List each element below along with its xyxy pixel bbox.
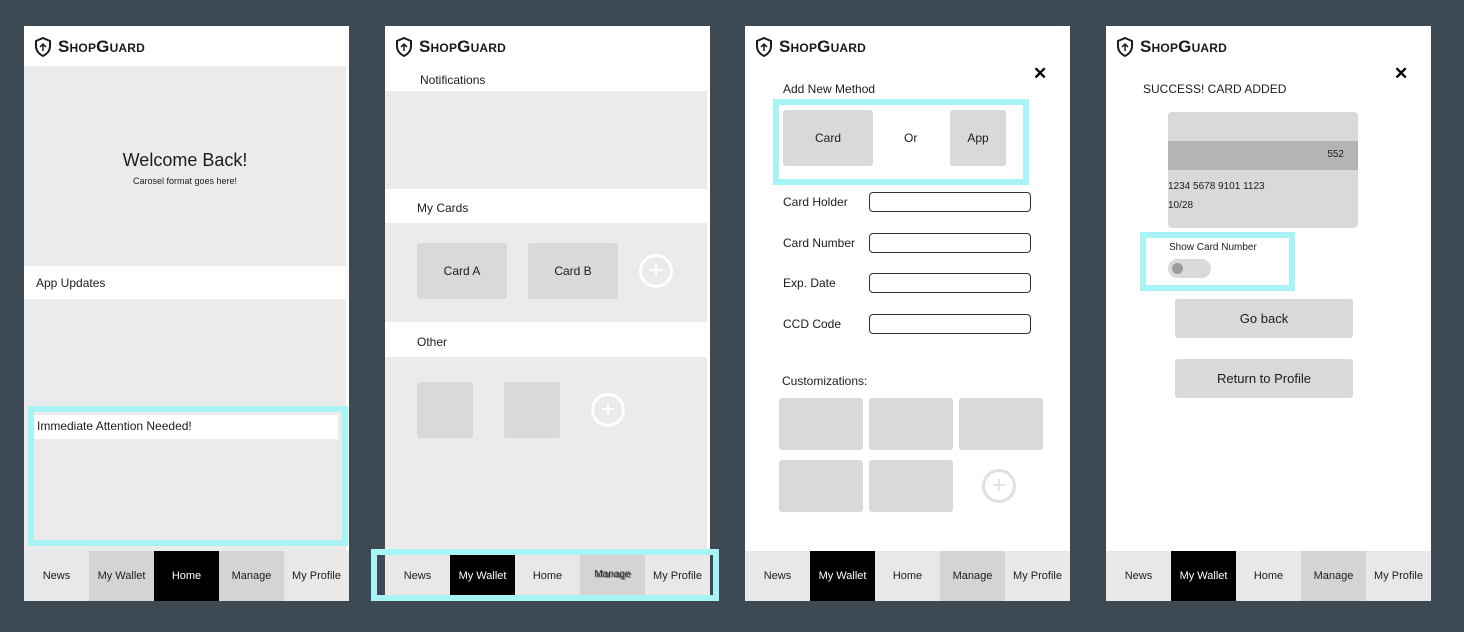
card-number-field[interactable] [869,233,1031,253]
card-exp-text: 10/28 [1168,200,1194,211]
card-holder-label: Card Holder [783,195,848,209]
card-b[interactable]: Card B [528,243,618,299]
nav-news[interactable]: News [1106,551,1171,601]
show-number-highlight [1140,232,1295,291]
nav-wallet[interactable]: My Wallet [810,551,875,601]
or-label: Or [904,131,918,145]
nav-manage[interactable]: Manage [219,551,284,601]
shield-logo-icon [35,37,51,57]
brand-name: ShopGuard [1140,37,1228,56]
close-icon[interactable]: ✕ [1394,64,1408,84]
attention-label: Immediate Attention Needed! [37,419,192,433]
customization-option[interactable] [779,398,863,450]
close-icon[interactable]: ✕ [1033,64,1047,84]
add-other-icon[interactable]: + [591,393,625,427]
logo: ShopGuard [34,35,145,59]
bottom-nav: News My Wallet Home Manage My Profile [24,551,349,601]
welcome-carousel[interactable]: Welcome Back! Carosel format goes here! [24,66,346,266]
bottom-nav: News My Wallet Home Manage My Profile [745,551,1070,601]
add-method-title: Add New Method [783,82,876,96]
card-last-digits: 552 [1327,149,1344,160]
other-item[interactable] [504,382,560,438]
app-updates-label: App Updates [36,276,106,290]
other-panel: + [385,357,707,551]
show-number-label: Show Card Number [1169,242,1257,253]
nav-profile[interactable]: My Profile [284,551,349,601]
brand-name: ShopGuard [58,37,146,56]
nav-news[interactable]: News [24,551,89,601]
attention-header: Immediate Attention Needed! [34,415,338,439]
app-option-button[interactable]: App [950,110,1006,166]
bottom-nav: News My Wallet Home Manage My Profile [1106,551,1431,601]
my-cards-panel: Card A Card B + [385,223,707,322]
add-customization-icon[interactable]: + [982,469,1016,503]
nav-home[interactable]: Home [1236,551,1301,601]
add-card-icon[interactable]: + [639,254,673,288]
added-card: 552 [1168,112,1358,228]
notifications-label: Notifications [420,73,486,87]
welcome-subtitle: Carosel format goes here! [132,176,238,186]
ccd-code-label: CCD Code [783,317,842,331]
add-method-screen: ShopGuard ✕ Add New Method Card Or App C… [745,26,1070,601]
card-stripe: 552 [1168,141,1358,170]
success-title: SUCCESS! CARD ADDED [1143,82,1287,96]
nav-highlight [371,549,719,601]
logo: ShopGuard [1116,35,1227,59]
wallet-screen: ShopGuard Notifications My Cards Card A … [385,26,710,601]
nav-profile[interactable]: My Profile [1005,551,1070,601]
customization-option[interactable] [869,460,953,512]
customization-option[interactable] [779,460,863,512]
nav-profile[interactable]: My Profile [1366,551,1431,601]
home-screen: ShopGuard Welcome Back! Carosel format g… [24,26,349,601]
card-number-text: 1234 5678 9101 1123 [1168,181,1265,192]
shield-logo-icon [1117,37,1133,57]
nav-home[interactable]: Home [875,551,940,601]
card-option-button[interactable]: Card [783,110,873,166]
nav-manage[interactable]: Manage [940,551,1005,601]
show-number-toggle[interactable] [1168,259,1211,278]
toggle-knob [1172,263,1183,274]
shield-logo-icon [396,37,412,57]
welcome-title: Welcome Back! [122,150,248,170]
other-item[interactable] [417,382,473,438]
exp-date-label: Exp. Date [783,276,836,290]
nav-wallet[interactable]: My Wallet [89,551,154,601]
brand-name: ShopGuard [419,37,507,56]
my-cards-label: My Cards [417,201,469,215]
customization-option[interactable] [959,398,1043,450]
card-number-label: Card Number [783,236,856,250]
return-profile-button[interactable]: Return to Profile [1175,359,1353,398]
notifications-panel[interactable] [385,91,707,189]
logo: ShopGuard [755,35,866,59]
exp-date-field[interactable] [869,273,1031,293]
nav-manage[interactable]: Manage [1301,551,1366,601]
other-label: Other [417,335,448,349]
customization-option[interactable] [869,398,953,450]
nav-wallet[interactable]: My Wallet [1171,551,1236,601]
card-a[interactable]: Card A [417,243,507,299]
ccd-code-field[interactable] [869,314,1031,334]
success-screen: ShopGuard ✕ SUCCESS! CARD ADDED 552 1234… [1106,26,1431,601]
go-back-button[interactable]: Go back [1175,299,1353,338]
nav-news[interactable]: News [745,551,810,601]
brand-name: ShopGuard [779,37,867,56]
card-holder-field[interactable] [869,192,1031,212]
customizations-label: Customizations: [782,374,868,388]
logo: ShopGuard [395,35,506,59]
nav-home[interactable]: Home [154,551,219,601]
shield-logo-icon [756,37,772,57]
